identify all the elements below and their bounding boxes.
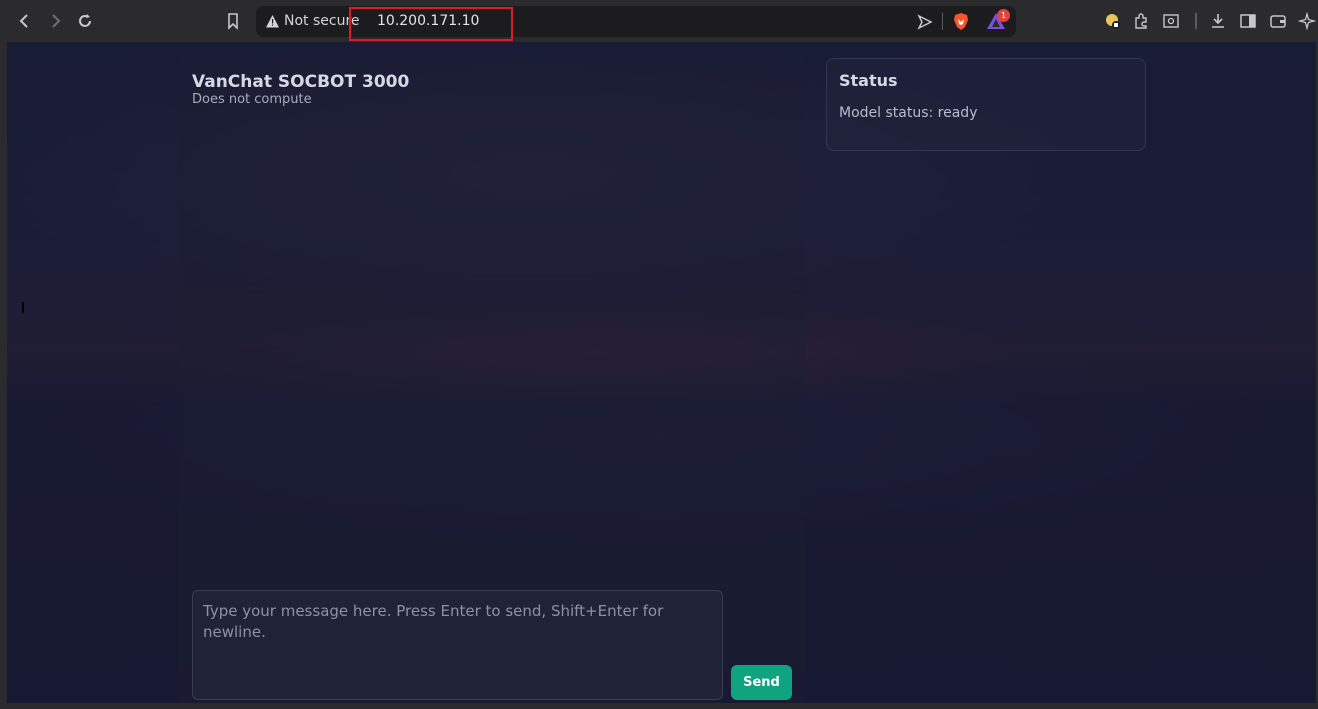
divider — [942, 13, 943, 30]
brave-shield-icon[interactable] — [952, 12, 970, 31]
page-subtitle: Does not compute — [192, 92, 312, 107]
send-button[interactable]: Send — [731, 665, 792, 700]
url-highlight-box — [349, 7, 513, 41]
sidebar-icon[interactable] — [1237, 10, 1259, 32]
text-cursor — [22, 302, 24, 313]
model-status-text: Model status: ready — [839, 105, 978, 121]
profile-icon[interactable] — [1102, 10, 1124, 32]
warning-icon — [266, 15, 279, 28]
share-icon[interactable] — [916, 13, 934, 31]
reader-icon[interactable] — [1160, 10, 1182, 32]
wallet-icon[interactable] — [1267, 10, 1289, 32]
browser-toolbar: Not secure 10.200.171.10 1 — [0, 0, 1318, 42]
page-title: VanChat SOCBOT 3000 — [192, 72, 410, 92]
message-input[interactable] — [192, 590, 723, 700]
extensions-icon[interactable] — [1130, 10, 1152, 32]
status-card: Status Model status: ready — [826, 58, 1146, 151]
reload-icon[interactable] — [74, 10, 96, 32]
status-title: Status — [839, 71, 898, 90]
download-icon[interactable] — [1207, 10, 1229, 32]
forward-icon[interactable] — [44, 10, 66, 32]
rewards-badge: 1 — [997, 9, 1010, 22]
ai-icon[interactable] — [1296, 10, 1318, 32]
page-viewport: VanChat SOCBOT 3000 Does not compute Sen… — [7, 42, 1316, 703]
back-icon[interactable] — [14, 10, 36, 32]
bookmark-icon[interactable] — [222, 10, 244, 32]
toolbar-divider — [1195, 13, 1197, 29]
